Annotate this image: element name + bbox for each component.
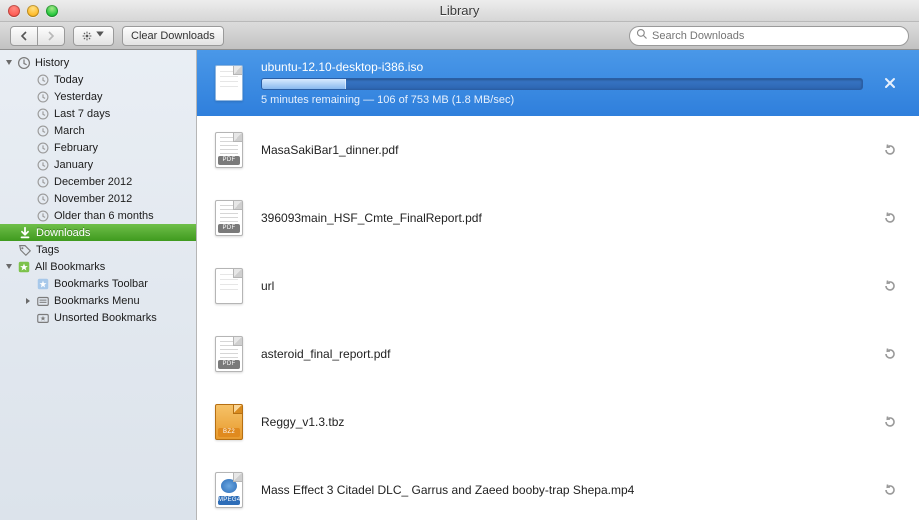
sidebar-history-item[interactable]: January [0,156,196,173]
file-icon [213,63,245,103]
sidebar-history-item[interactable]: Today [0,71,196,88]
bookmark-folder-icon [36,311,50,325]
download-row-active[interactable]: ubuntu-12.10-desktop-i386.iso 5 minutes … [197,50,919,116]
download-row[interactable]: url [197,252,919,320]
window-zoom-button[interactable] [46,5,58,17]
sidebar-history-item[interactable]: February [0,139,196,156]
sidebar-downloads[interactable]: Downloads [0,224,196,241]
retry-download-button[interactable] [879,207,901,229]
clock-icon [36,209,50,223]
download-name: ubuntu-12.10-desktop-i386.iso [261,60,863,74]
forward-button[interactable] [38,26,65,46]
window-titlebar: Library [0,0,919,22]
download-status: 5 minutes remaining — 106 of 753 MB (1.8… [261,94,863,106]
toolbar: Clear Downloads [0,22,919,50]
sidebar-tags[interactable]: Tags [0,241,196,258]
download-row[interactable]: PDF 396093main_HSF_Cmte_FinalReport.pdf [197,184,919,252]
window-close-button[interactable] [8,5,20,17]
sidebar-bookmarks-item[interactable]: Bookmarks Toolbar [0,275,196,292]
sidebar-item-label: March [54,125,85,137]
sidebar: History Today Yesterday Last 7 days March Fe… [0,50,197,520]
download-row[interactable]: PDF asteroid_final_report.pdf [197,320,919,388]
window-title: Library [0,3,919,18]
file-icon: PDF [213,130,245,170]
disclosure-triangle-icon[interactable] [4,262,13,271]
bookmark-folder-icon [36,277,50,291]
history-icon [17,56,31,70]
retry-download-button[interactable] [879,343,901,365]
sidebar-item-label: Bookmarks Toolbar [54,278,148,290]
file-icon: PDF [213,334,245,374]
sidebar-item-label: February [54,142,98,154]
clock-icon [36,175,50,189]
sidebar-all-bookmarks[interactable]: All Bookmarks [0,258,196,275]
sidebar-item-label: December 2012 [54,176,132,188]
download-name: MasaSakiBar1_dinner.pdf [261,143,863,157]
sidebar-label: Downloads [36,227,90,239]
search-input[interactable] [652,30,902,42]
sidebar-item-label: November 2012 [54,193,132,205]
file-icon: BZ2 [213,402,245,442]
download-name: 396093main_HSF_Cmte_FinalReport.pdf [261,211,863,225]
search-icon [636,27,652,45]
retry-download-button[interactable] [879,479,901,501]
retry-download-button[interactable] [879,139,901,161]
clock-icon [36,192,50,206]
sidebar-label: Tags [36,244,59,256]
cancel-download-button[interactable] [879,72,901,94]
clear-downloads-button[interactable]: Clear Downloads [122,26,224,46]
download-row[interactable]: BZ2 Reggy_v1.3.tbz [197,388,919,456]
sidebar-item-label: Older than 6 months [54,210,154,222]
download-name: Reggy_v1.3.tbz [261,415,863,429]
sidebar-history-item[interactable]: Yesterday [0,88,196,105]
back-button[interactable] [10,26,38,46]
nav-segment [10,26,65,46]
search-field[interactable] [629,26,909,46]
sidebar-item-label: Today [54,74,83,86]
chevron-down-icon [95,29,105,42]
download-progressbar [261,78,863,90]
sidebar-history-item[interactable]: November 2012 [0,190,196,207]
file-icon: PDF [213,198,245,238]
download-row[interactable]: MPEG4 Mass Effect 3 Citadel DLC_ Garrus a… [197,456,919,520]
download-row[interactable]: PDF MasaSakiBar1_dinner.pdf [197,116,919,184]
sidebar-label: History [35,57,69,69]
sidebar-history-item[interactable]: December 2012 [0,173,196,190]
bookmark-folder-icon [36,294,50,308]
sidebar-bookmarks-item[interactable]: Unsorted Bookmarks [0,309,196,326]
downloads-list: ubuntu-12.10-desktop-i386.iso 5 minutes … [197,50,919,520]
tag-icon [18,243,32,257]
download-name: Mass Effect 3 Citadel DLC_ Garrus and Za… [261,483,863,497]
sidebar-history-item[interactable]: Last 7 days [0,105,196,122]
clock-icon [36,90,50,104]
download-name: asteroid_final_report.pdf [261,347,863,361]
sidebar-history-item[interactable]: March [0,122,196,139]
file-icon [213,266,245,306]
download-name: url [261,279,863,293]
clock-icon [36,141,50,155]
sidebar-item-label: Bookmarks Menu [54,295,140,307]
disclosure-triangle-icon[interactable] [4,58,13,67]
sidebar-item-label: January [54,159,93,171]
sidebar-history-item[interactable]: Older than 6 months [0,207,196,224]
sidebar-item-label: Unsorted Bookmarks [54,312,157,324]
clock-icon [36,124,50,138]
clock-icon [36,73,50,87]
sidebar-item-label: Yesterday [54,91,103,103]
sidebar-item-label: Last 7 days [54,108,110,120]
disclosure-triangle-icon[interactable] [23,296,32,305]
sidebar-label: All Bookmarks [35,261,105,273]
download-icon [18,226,32,240]
sidebar-bookmarks-item[interactable]: Bookmarks Menu [0,292,196,309]
clock-icon [36,107,50,121]
file-icon: MPEG4 [213,470,245,510]
sidebar-history[interactable]: History [0,54,196,71]
clock-icon [36,158,50,172]
window-minimize-button[interactable] [27,5,39,17]
retry-download-button[interactable] [879,411,901,433]
retry-download-button[interactable] [879,275,901,297]
bookmark-star-icon [17,260,31,274]
organize-menu-button[interactable] [73,26,114,46]
